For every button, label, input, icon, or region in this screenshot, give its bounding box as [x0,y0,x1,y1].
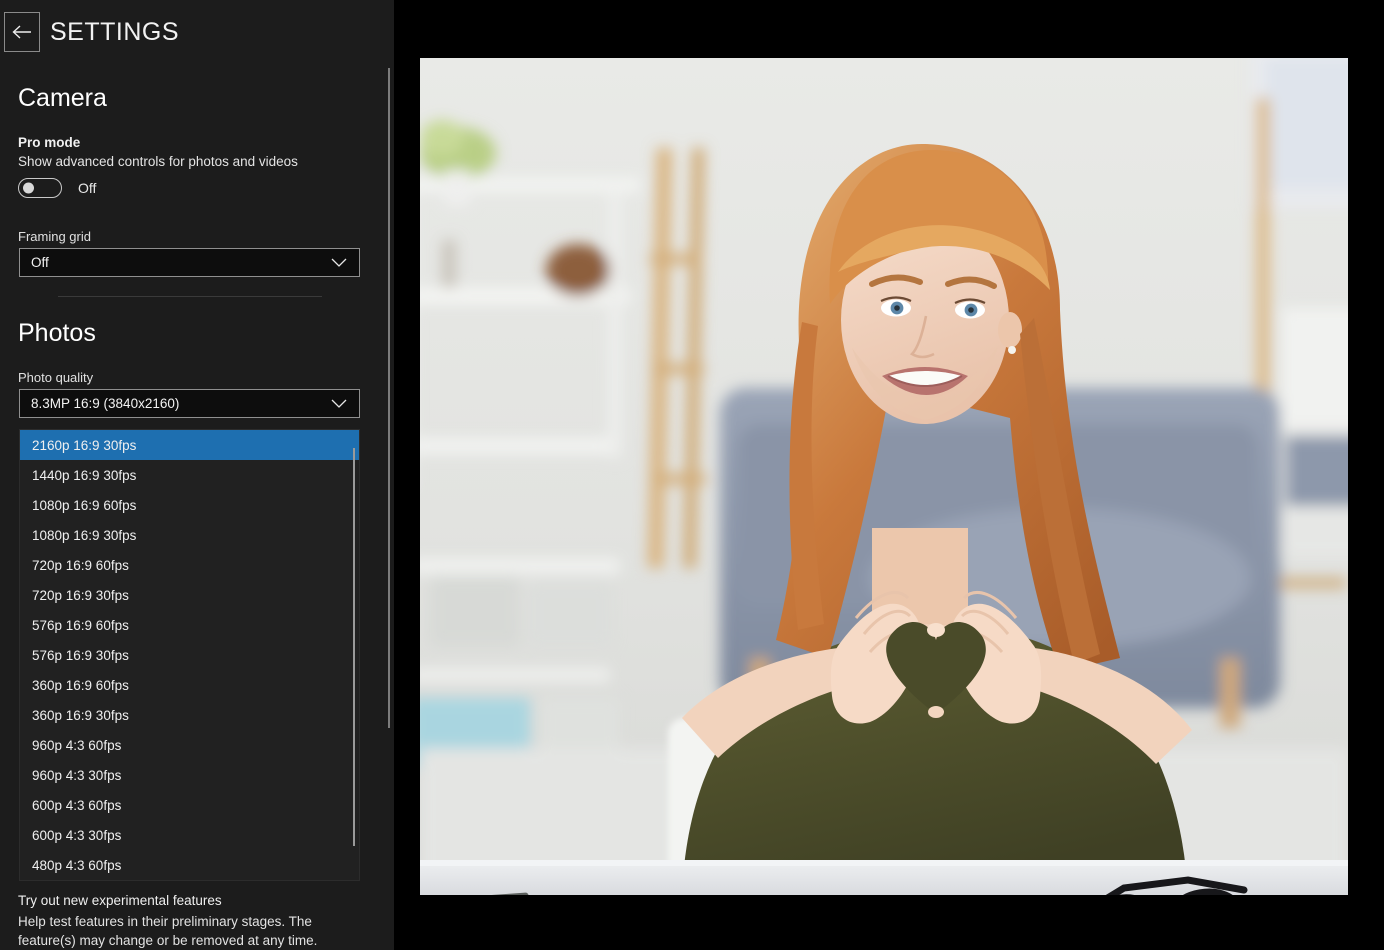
dropdown-option[interactable]: 1440p 16:9 30fps [20,460,359,490]
back-button[interactable] [4,12,40,52]
camera-preview-image [420,58,1348,895]
dropdown-option[interactable]: 360p 16:9 60fps [20,670,359,700]
section-heading-photos: Photos [18,319,96,348]
dropdown-option[interactable]: 960p 4:3 60fps [20,730,359,760]
dropdown-option[interactable]: 480p 4:3 60fps [20,850,359,880]
chevron-down-icon [331,258,347,268]
pro-mode-toggle-state: Off [78,180,96,196]
dropdown-scrollbar[interactable] [353,448,355,846]
section-heading-camera: Camera [18,84,107,113]
dropdown-option[interactable]: 600p 4:3 30fps [20,820,359,850]
framing-grid-select[interactable]: Off [19,248,360,277]
dropdown-option[interactable]: 600p 4:3 60fps [20,790,359,820]
framing-grid-value: Off [31,255,331,270]
preview-illustration [420,58,1348,895]
dropdown-option[interactable]: 360p 16:9 30fps [20,700,359,730]
dropdown-option[interactable]: 720p 16:9 60fps [20,550,359,580]
experimental-features-description: Help test features in their preliminary … [18,912,368,950]
back-arrow-icon [11,24,33,40]
settings-titlebar: SETTINGS [0,12,394,56]
photo-quality-select[interactable]: 8.3MP 16:9 (3840x2160) [19,389,360,418]
pro-mode-toggle[interactable] [18,178,62,198]
page-title: SETTINGS [50,18,179,47]
toggle-knob [23,183,34,194]
dropdown-option[interactable]: 576p 16:9 60fps [20,610,359,640]
app-window: SETTINGS Camera Pro mode Show advanced c… [0,0,1384,950]
photo-quality-dropdown-list[interactable]: 2160p 16:9 30fps1440p 16:9 30fps1080p 16… [19,429,360,881]
settings-sidebar: SETTINGS Camera Pro mode Show advanced c… [0,0,394,950]
photo-quality-value: 8.3MP 16:9 (3840x2160) [31,396,331,411]
pro-mode-toggle-row: Off [18,178,96,198]
chevron-down-icon [331,399,347,409]
photo-quality-label: Photo quality [18,370,93,385]
experimental-features-label: Try out new experimental features [18,893,222,908]
pro-mode-label: Pro mode [18,135,80,150]
dropdown-option[interactable]: 1080p 16:9 60fps [20,490,359,520]
section-divider [58,296,322,297]
dropdown-option[interactable]: 576p 16:9 30fps [20,640,359,670]
dropdown-option[interactable]: 2160p 16:9 30fps [20,430,359,460]
framing-grid-label: Framing grid [18,229,91,244]
pro-mode-description: Show advanced controls for photos and vi… [18,154,298,169]
dropdown-option[interactable]: 1080p 16:9 30fps [20,520,359,550]
dropdown-option[interactable]: 960p 4:3 30fps [20,760,359,790]
dropdown-option[interactable]: 720p 16:9 30fps [20,580,359,610]
sidebar-scrollbar[interactable] [388,68,390,728]
